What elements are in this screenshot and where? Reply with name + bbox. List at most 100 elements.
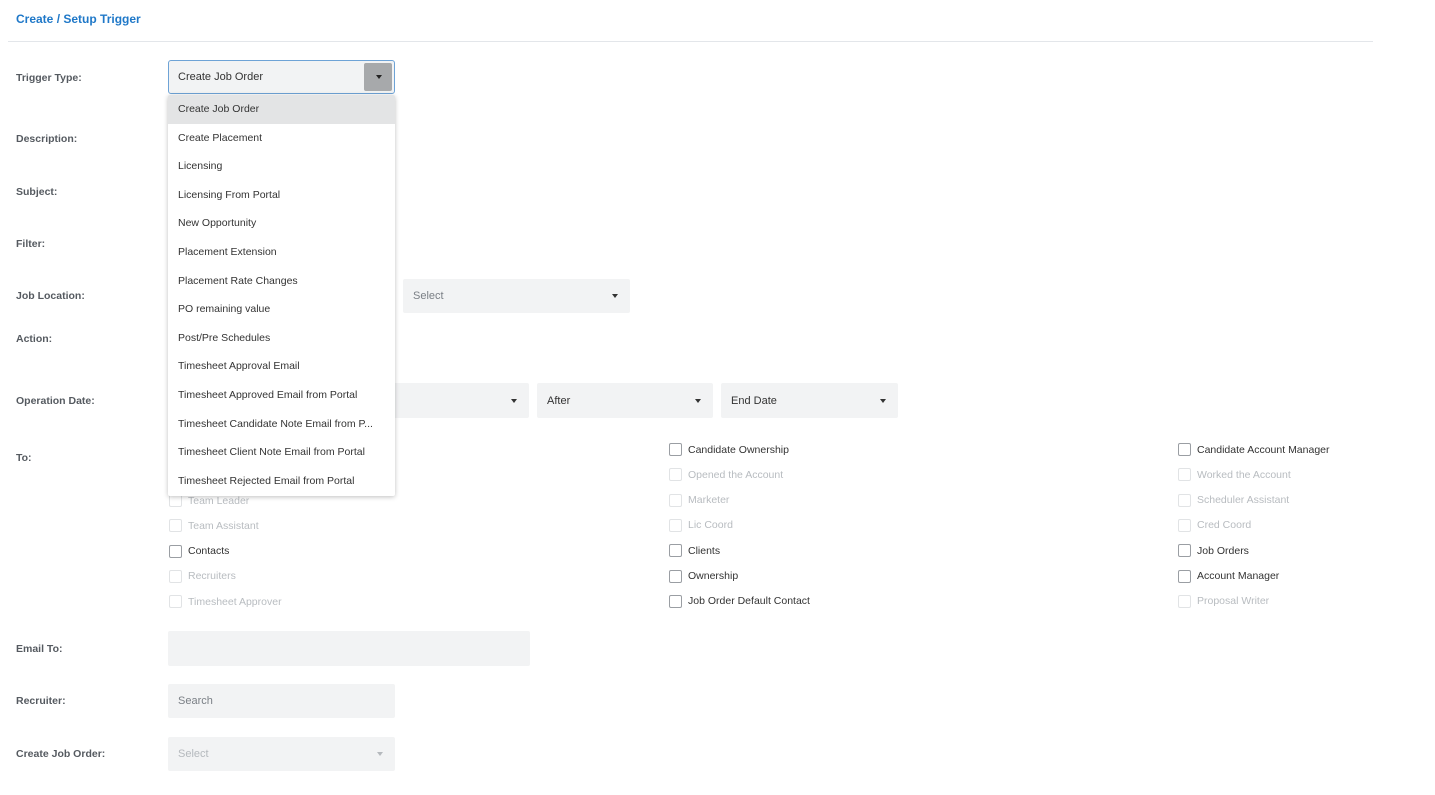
recipient-checkbox-label: Candidate Ownership <box>688 443 789 456</box>
recipient-checkbox-label: Clients <box>688 544 721 557</box>
recipient-checkbox-label: Lic Coord <box>688 519 733 532</box>
trigger-type-option[interactable]: Timesheet Approved Email from Portal <box>168 381 395 410</box>
trigger-type-value: Create Job Order <box>178 71 263 83</box>
title-divider <box>8 41 1373 42</box>
description-label: Description: <box>16 133 78 145</box>
to-label: To: <box>16 452 32 464</box>
operation-date-label: Operation Date: <box>16 395 95 407</box>
create-job-order-label: Create Job Order: <box>16 748 106 760</box>
recipient-checkbox-label: Job Order Default Contact <box>688 595 810 608</box>
recipient-checkbox-label: Account Manager <box>1197 570 1280 582</box>
recipient-checkbox-label: Team Assistant <box>188 519 259 532</box>
checkbox-icon[interactable] <box>1178 544 1191 558</box>
trigger-type-option[interactable]: Timesheet Approval Email <box>168 352 395 381</box>
checkbox-icon[interactable] <box>1178 468 1191 482</box>
create-job-order-select[interactable]: Select <box>168 737 395 771</box>
chevron-down-icon <box>880 398 886 403</box>
trigger-type-select[interactable]: Create Job Order <box>168 60 395 94</box>
recipient-checkbox[interactable]: Clients <box>669 544 721 558</box>
recipient-checkbox[interactable]: Marketer <box>669 493 730 507</box>
date-field-value: End Date <box>731 394 777 407</box>
recipient-checkbox[interactable]: Opened the Account <box>669 468 784 482</box>
recipient-checkbox[interactable]: Contacts <box>169 544 230 558</box>
trigger-type-option[interactable]: Create Job Order <box>168 95 395 124</box>
checkbox-icon[interactable] <box>669 468 682 482</box>
recipient-checkbox[interactable]: Team Assistant <box>169 519 259 533</box>
recipient-checkbox-label: Team Leader <box>188 494 250 507</box>
checkbox-icon[interactable] <box>1178 443 1191 456</box>
recipient-checkbox-label: Ownership <box>688 570 739 582</box>
recipient-checkbox-label: Candidate Account Manager <box>1197 443 1330 456</box>
recipient-checkbox[interactable]: Proposal Writer <box>1178 594 1270 608</box>
chevron-down-icon <box>612 294 618 298</box>
trigger-type-option[interactable]: Licensing <box>168 152 395 181</box>
recipient-checkbox[interactable]: Scheduler Assistant <box>1178 493 1290 507</box>
action-label: Action: <box>16 333 53 345</box>
recipient-checkbox-label: Proposal Writer <box>1197 595 1270 608</box>
checkbox-icon[interactable] <box>669 493 682 507</box>
checkbox-icon[interactable] <box>1178 493 1191 507</box>
trigger-type-option[interactable]: PO remaining value <box>168 295 395 324</box>
relation-value: After <box>547 394 571 407</box>
chevron-down-icon <box>376 75 382 79</box>
checkbox-icon[interactable] <box>669 569 682 583</box>
checkbox-icon[interactable] <box>1178 518 1191 532</box>
email-to-input[interactable] <box>168 631 530 666</box>
trigger-type-option[interactable]: Timesheet Rejected Email from Portal <box>168 467 395 496</box>
recipient-checkbox[interactable]: Cred Coord <box>1178 518 1252 532</box>
recipient-checkbox[interactable]: Job Orders <box>1178 544 1249 558</box>
recipient-checkbox[interactable]: Account Manager <box>1178 569 1280 583</box>
checkbox-icon[interactable] <box>1178 594 1191 608</box>
recipient-checkbox-label: Marketer <box>688 494 730 507</box>
operation-date-relation-select[interactable]: After <box>537 383 713 418</box>
trigger-type-option[interactable]: Placement Rate Changes <box>168 267 395 296</box>
recipient-checkbox-label: Worked the Account <box>1197 468 1291 481</box>
recipient-checkbox[interactable]: Worked the Account <box>1178 468 1291 482</box>
trigger-type-option[interactable]: New Opportunity <box>168 209 395 238</box>
recruiter-placeholder: Search <box>178 695 213 707</box>
recipient-checkbox[interactable]: Job Order Default Contact <box>669 594 810 608</box>
recipient-checkbox-label: Opened the Account <box>688 468 784 481</box>
page-title: Create / Setup Trigger <box>16 12 141 26</box>
recipient-checkbox-label: Scheduler Assistant <box>1197 494 1290 507</box>
trigger-type-label: Trigger Type: <box>16 72 82 84</box>
recipient-checkbox[interactable]: Candidate Account Manager <box>1178 443 1330 456</box>
create-job-order-placeholder: Select <box>178 748 209 760</box>
job-location-select[interactable]: Select <box>403 279 630 313</box>
recipient-checkbox-label: Recruiters <box>188 570 236 583</box>
trigger-type-option[interactable]: Timesheet Candidate Note Email from P... <box>168 410 395 439</box>
checkbox-icon[interactable] <box>169 595 182 609</box>
email-to-label: Email To: <box>16 643 63 655</box>
trigger-type-toggle-button[interactable] <box>364 63 392 91</box>
recipient-checkbox[interactable]: Candidate Ownership <box>669 443 789 456</box>
checkbox-icon[interactable] <box>169 569 182 583</box>
checkbox-icon[interactable] <box>169 544 182 558</box>
recruiter-search-input[interactable]: Search <box>168 684 395 718</box>
checkbox-icon[interactable] <box>669 594 682 608</box>
checkbox-icon[interactable] <box>1178 569 1191 583</box>
recruiter-label: Recruiter: <box>16 695 66 707</box>
recipient-checkbox[interactable]: Recruiters <box>169 569 236 583</box>
chevron-down-icon <box>377 752 383 756</box>
recipient-checkbox-label: Cred Coord <box>1197 519 1252 532</box>
trigger-type-option[interactable]: Post/Pre Schedules <box>168 324 395 353</box>
checkbox-icon[interactable] <box>669 518 682 532</box>
recipient-checkbox[interactable]: Timesheet Approver <box>169 595 282 609</box>
recipient-checkbox[interactable]: Ownership <box>669 569 739 583</box>
trigger-type-option[interactable]: Placement Extension <box>168 238 395 267</box>
chevron-down-icon <box>695 398 701 403</box>
recipient-checkbox[interactable]: Lic Coord <box>669 518 733 532</box>
checkbox-icon[interactable] <box>669 443 682 456</box>
operation-date-target-select[interactable]: End Date <box>721 383 898 418</box>
chevron-down-icon <box>511 398 517 403</box>
recipient-checkbox-label: Timesheet Approver <box>188 595 282 608</box>
trigger-type-option[interactable]: Create Placement <box>168 124 395 153</box>
trigger-type-dropdown: Create Job Order Create Placement Licensin… <box>168 95 395 496</box>
checkbox-icon[interactable] <box>669 544 682 558</box>
recipient-checkbox-label: Contacts <box>188 545 230 558</box>
trigger-type-option[interactable]: Licensing From Portal <box>168 181 395 210</box>
recipient-checkbox-label: Job Orders <box>1197 544 1249 557</box>
trigger-type-option[interactable]: Timesheet Client Note Email from Portal <box>168 438 395 467</box>
checkbox-icon[interactable] <box>169 519 182 533</box>
subject-label: Subject: <box>16 186 58 198</box>
